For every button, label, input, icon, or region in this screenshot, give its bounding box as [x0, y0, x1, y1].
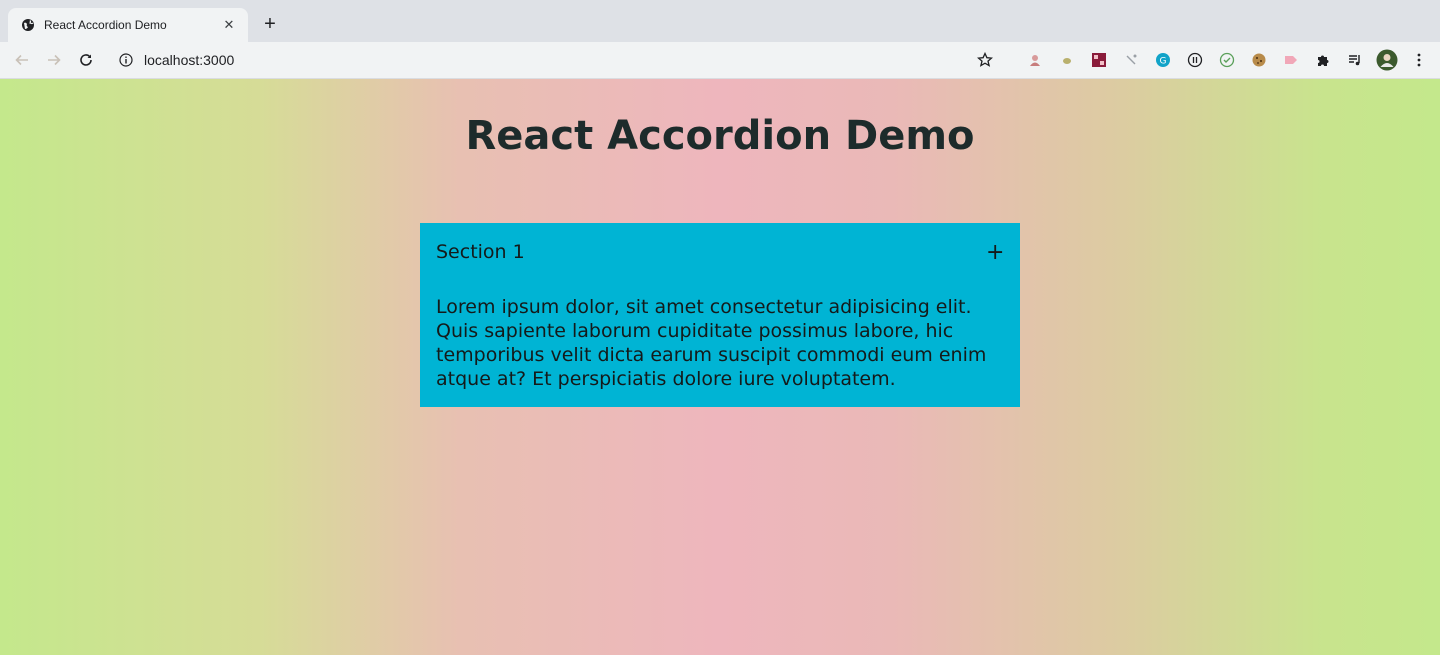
- leaf-extension-icon[interactable]: [1056, 49, 1078, 71]
- close-icon[interactable]: ✕: [220, 16, 238, 34]
- reload-icon[interactable]: [74, 48, 98, 72]
- accordion-title: Section 1: [436, 241, 525, 263]
- cookie-extension-icon[interactable]: [1248, 49, 1270, 71]
- puzzle-icon[interactable]: [1312, 49, 1334, 71]
- arrow-right-icon[interactable]: [42, 48, 66, 72]
- extension-bar: G: [974, 48, 1430, 72]
- kebab-menu-icon[interactable]: [1408, 49, 1430, 71]
- grammarly-icon[interactable]: G: [1152, 49, 1174, 71]
- avatar[interactable]: [1376, 49, 1398, 71]
- check-extension-icon[interactable]: [1216, 49, 1238, 71]
- playlist-icon[interactable]: [1344, 49, 1366, 71]
- tab-title: React Accordion Demo: [44, 18, 167, 32]
- page-title: React Accordion Demo: [465, 113, 975, 159]
- pin-extension-icon[interactable]: [1120, 49, 1142, 71]
- pattern-extension-icon[interactable]: [1088, 49, 1110, 71]
- info-icon[interactable]: [118, 52, 134, 68]
- accordion-section: Section 1 + Lorem ipsum dolor, sit amet …: [420, 223, 1020, 407]
- star-icon[interactable]: [974, 49, 996, 71]
- browser-tabstrip: React Accordion Demo ✕ +: [0, 0, 1440, 42]
- plus-icon[interactable]: +: [986, 240, 1004, 265]
- arrow-left-icon[interactable]: [10, 48, 34, 72]
- clock-extension-icon[interactable]: [1184, 49, 1206, 71]
- browser-toolbar: localhost:3000 G: [0, 42, 1440, 79]
- url-text: localhost:3000: [144, 52, 235, 68]
- tag-extension-icon[interactable]: [1280, 49, 1302, 71]
- page-viewport: React Accordion Demo Section 1 + Lorem i…: [0, 79, 1440, 655]
- person-extension-icon[interactable]: [1024, 49, 1046, 71]
- accordion-header[interactable]: Section 1 +: [420, 223, 1020, 281]
- new-tab-button[interactable]: +: [258, 12, 282, 36]
- svg-text:G: G: [1160, 57, 1167, 67]
- globe-icon: [20, 17, 36, 33]
- browser-tab[interactable]: React Accordion Demo ✕: [8, 8, 248, 42]
- accordion-content: Lorem ipsum dolor, sit amet consectetur …: [436, 296, 987, 390]
- address-bar[interactable]: localhost:3000: [112, 46, 972, 74]
